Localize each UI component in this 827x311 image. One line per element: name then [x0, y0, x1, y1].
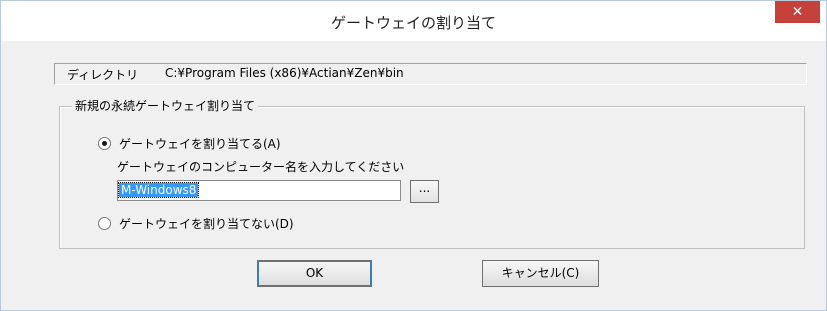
computer-name-prompt: ゲートウェイのコンピューター名を入力してください [117, 160, 405, 174]
title-bar[interactable]: ゲートウェイの割り当て ✕ [1, 1, 826, 41]
no-assign-gateway-radio[interactable]: ゲートウェイを割り当てない(D) [98, 215, 294, 232]
assign-gateway-radio[interactable]: ゲートウェイを割り当てる(A) [98, 135, 281, 152]
dialog-window: ゲートウェイの割り当て ✕ ディレクトリ C:¥Program Files (x… [0, 0, 827, 311]
radio-checked-icon [98, 137, 111, 150]
radio-unchecked-icon [98, 217, 111, 230]
directory-label: ディレクトリ [67, 68, 139, 82]
ok-button[interactable]: OK [257, 260, 372, 287]
assign-gateway-label: ゲートウェイを割り当てる(A) [119, 137, 281, 151]
window-title: ゲートウェイの割り当て [330, 14, 496, 32]
directory-field: ディレクトリ C:¥Program Files (x86)¥Actian¥Zen… [54, 63, 807, 85]
group-title: 新規の永続ゲートウェイ割り当て [72, 97, 259, 114]
dialog-body: ディレクトリ C:¥Program Files (x86)¥Actian¥Zen… [11, 41, 817, 303]
close-icon: ✕ [791, 4, 804, 20]
browse-button[interactable]: ... [410, 180, 439, 203]
no-assign-gateway-label: ゲートウェイを割り当てない(D) [119, 217, 294, 231]
cancel-button[interactable]: キャンセル(C) [482, 260, 599, 287]
computer-name-value: M-Windows8 [117, 182, 200, 198]
close-button[interactable]: ✕ [775, 1, 820, 23]
computer-name-input[interactable]: M-Windows8 [117, 180, 401, 201]
directory-value: C:¥Program Files (x86)¥Actian¥Zen¥bin [165, 66, 404, 80]
